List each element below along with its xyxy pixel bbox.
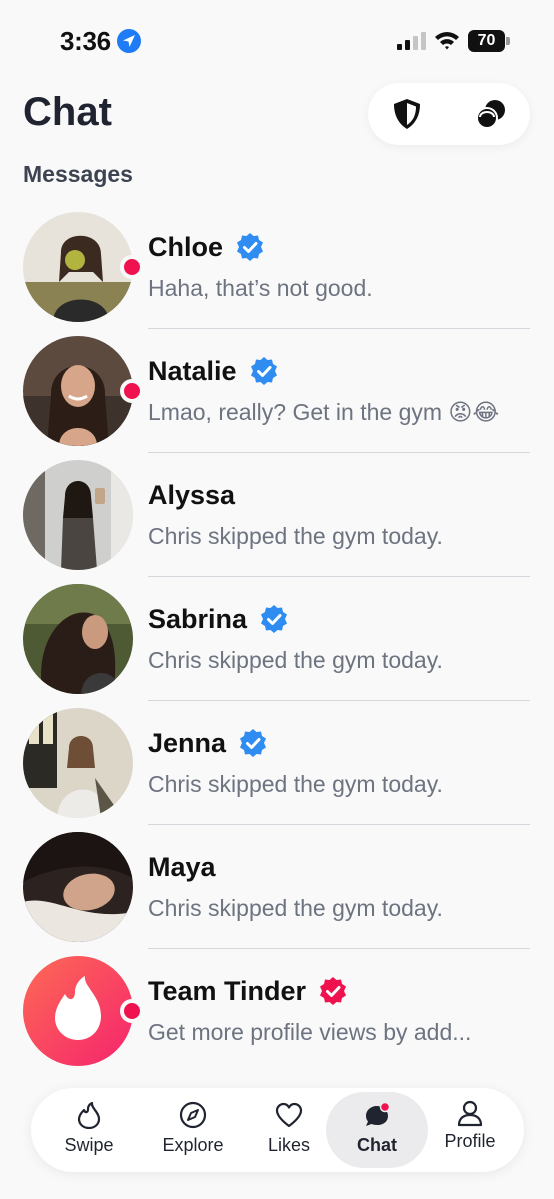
tab-explore[interactable]: Explore: [143, 1088, 243, 1172]
page-title: Chat: [23, 90, 112, 134]
battery-level: 70: [468, 30, 505, 52]
chat-preview: Chris skipped the gym today.: [148, 523, 443, 549]
verified-badge-icon: [250, 357, 277, 385]
tab-profile[interactable]: Profile: [431, 1088, 509, 1172]
chat-name: Sabrina: [148, 603, 248, 634]
chat-row-jenna[interactable]: Jenna Chris skipped the gym today.: [0, 701, 554, 825]
avatar: [23, 460, 133, 570]
chat-row-alyssa[interactable]: Alyssa Chris skipped the gym today.: [0, 453, 554, 577]
shield-icon[interactable]: [390, 97, 424, 131]
verified-badge-icon: [320, 977, 347, 1005]
avatar: [23, 708, 133, 818]
messages-section-title: Messages: [23, 161, 133, 187]
unread-dot: [120, 999, 144, 1023]
status-bar: 3:36 70: [0, 0, 554, 80]
cellular-signal-icon: [397, 32, 426, 50]
chat-name: Alyssa: [148, 479, 236, 510]
chat-row-maya[interactable]: Maya Chris skipped the gym today.: [0, 825, 554, 949]
avatar: [23, 956, 133, 1066]
tab-swipe[interactable]: Swipe: [41, 1088, 137, 1172]
unread-dot: [120, 379, 144, 403]
tab-label: Likes: [267, 1135, 311, 1155]
chat-name: Team Tinder: [148, 975, 307, 1006]
tab-label: Swipe: [64, 1135, 114, 1155]
bottom-tab-bar: Swipe Explore Likes Chat Profile: [31, 1088, 524, 1172]
chat-preview: Lmao, really? Get in the gym 😡😂: [148, 399, 500, 425]
chat-row-natalie[interactable]: Natalie Lmao, really? Get in the gym 😡😂: [0, 329, 554, 453]
avatar: [23, 584, 133, 694]
tab-label: Profile: [444, 1131, 496, 1151]
avatar: [23, 212, 133, 322]
flame-icon: [77, 1101, 101, 1129]
person-icon: [457, 1100, 483, 1127]
header-actions: [368, 83, 530, 145]
chat-bubble-icon: [366, 1101, 391, 1126]
chat-preview: Chris skipped the gym today.: [148, 647, 443, 673]
chat-preview: Chris skipped the gym today.: [148, 895, 443, 921]
verified-badge-icon: [237, 233, 264, 261]
battery-icon: 70: [468, 30, 510, 52]
chat-name: Jenna: [148, 727, 227, 758]
chat-row-chloe[interactable]: Chloe Haha, that’s not good.: [0, 205, 554, 329]
tab-likes[interactable]: Likes: [249, 1088, 329, 1172]
chat-preview: Chris skipped the gym today.: [148, 771, 443, 797]
tab-label: Chat: [357, 1135, 397, 1155]
avatar: [23, 336, 133, 446]
chat-preview: Haha, that’s not good.: [148, 275, 373, 301]
chat-name: Natalie: [148, 355, 237, 386]
chat-preview: Get more profile views by add...: [148, 1019, 472, 1045]
status-time: 3:36: [60, 26, 111, 56]
heart-icon: [275, 1102, 303, 1128]
verified-badge-icon: [240, 729, 267, 757]
chat-name: Maya: [148, 851, 216, 882]
wifi-icon: [435, 32, 459, 50]
location-arrow-icon: [117, 29, 141, 53]
compass-icon: [179, 1101, 207, 1129]
avatar: [23, 832, 133, 942]
tab-chat[interactable]: Chat: [326, 1092, 428, 1168]
chat-row-team-tinder[interactable]: Team Tinder Get more profile views by ad…: [0, 949, 554, 1073]
chat-row-sabrina[interactable]: Sabrina Chris skipped the gym today.: [0, 577, 554, 701]
unread-dot: [120, 255, 144, 279]
chat-name: Chloe: [148, 231, 224, 262]
tab-label: Explore: [162, 1135, 224, 1155]
verified-badge-icon: [261, 605, 288, 633]
match-group-icon[interactable]: [474, 97, 508, 131]
